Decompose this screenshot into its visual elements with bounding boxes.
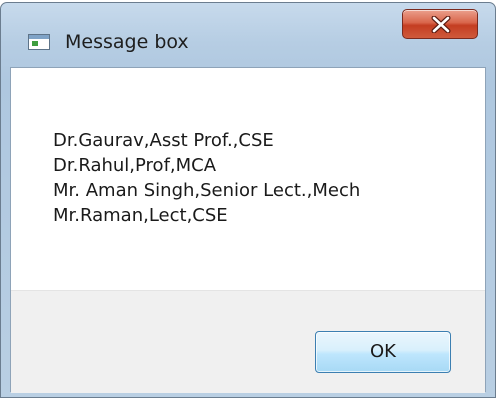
window-title: Message box bbox=[65, 31, 189, 53]
button-panel: OK bbox=[11, 290, 485, 393]
message-line: Mr.Raman,Lect,CSE bbox=[53, 205, 228, 226]
message-text: Dr.Gaurav,Asst Prof.,CSE Dr.Rahul,Prof,M… bbox=[53, 128, 360, 228]
message-area: Dr.Gaurav,Asst Prof.,CSE Dr.Rahul,Prof,M… bbox=[11, 68, 485, 290]
close-button[interactable] bbox=[402, 9, 478, 39]
message-line: Mr. Aman Singh,Senior Lect.,Mech bbox=[53, 180, 361, 201]
app-icon-titlebar bbox=[29, 35, 49, 39]
app-icon-block bbox=[32, 41, 38, 46]
message-box-window: Message box Dr.Gaurav,Asst Prof.,CSE Dr.… bbox=[0, 2, 496, 398]
title-bar[interactable]: Message box bbox=[1, 3, 495, 67]
message-line: Dr.Rahul,Prof,MCA bbox=[53, 155, 217, 176]
ok-button[interactable]: OK bbox=[315, 331, 451, 373]
application-window-icon bbox=[28, 34, 50, 50]
close-icon bbox=[431, 16, 451, 33]
page: Message box Dr.Gaurav,Asst Prof.,CSE Dr.… bbox=[0, 0, 498, 400]
message-line: Dr.Gaurav,Asst Prof.,CSE bbox=[53, 130, 274, 151]
dialog-client-area: Dr.Gaurav,Asst Prof.,CSE Dr.Rahul,Prof,M… bbox=[10, 67, 486, 393]
